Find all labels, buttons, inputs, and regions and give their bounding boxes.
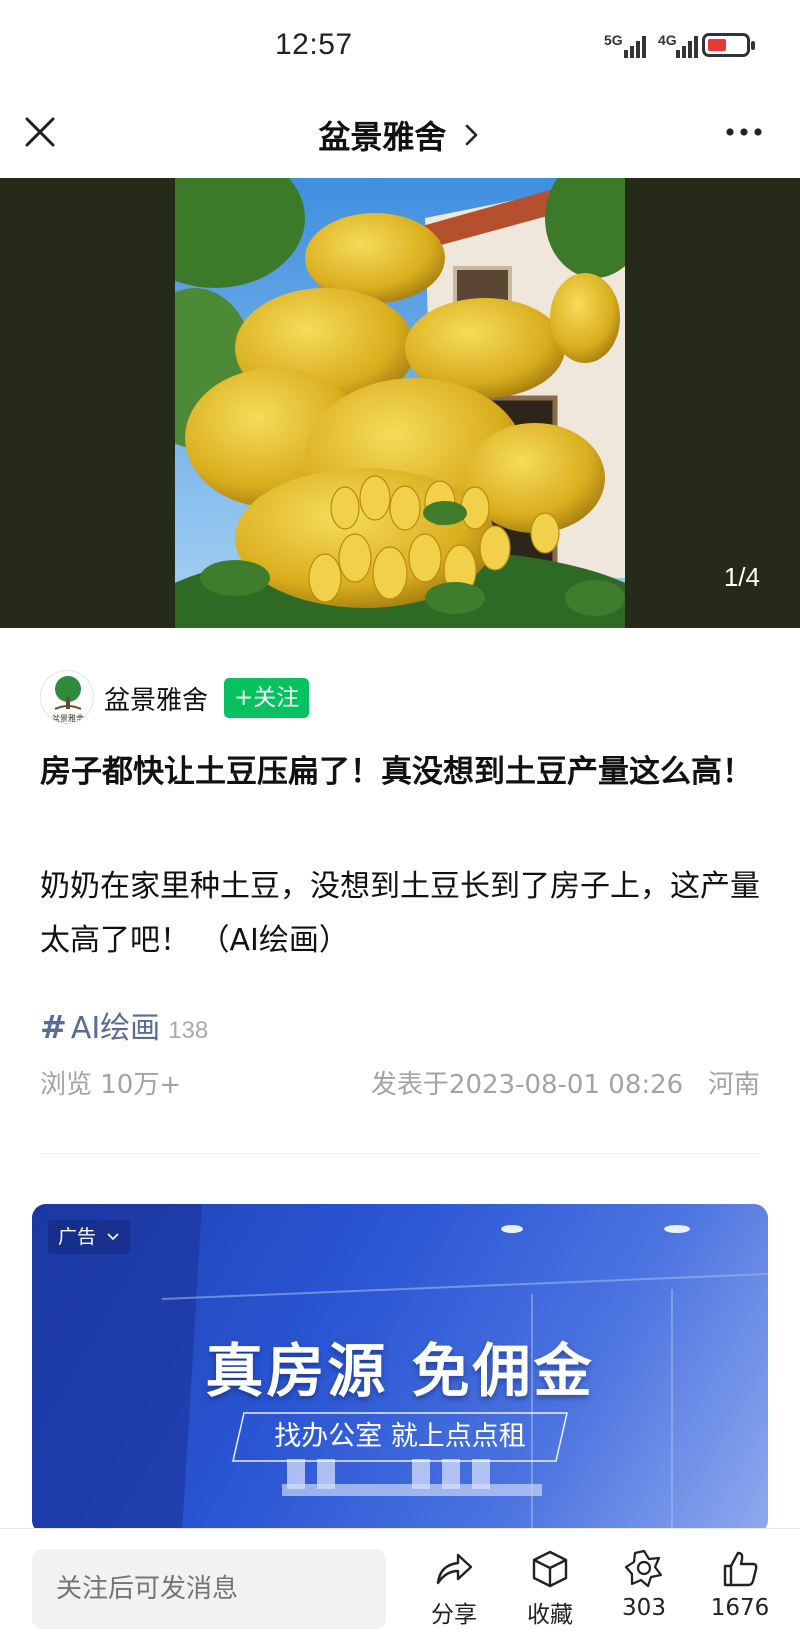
page-indicator: 1/4 [723,562,760,592]
ad-badge-label: 广告 [58,1226,97,1248]
collect-label: 收藏 [527,1602,573,1628]
signal-4g-icon: 4G [656,32,702,60]
signal-5g-icon: 5G [604,32,650,60]
chevron-down-icon [107,1233,119,1241]
tree-logo-icon: 盆景雅舍 [52,676,84,723]
publish-info: 发表于2023-08-01 08:26 河南 [370,1070,760,1100]
bottom-bar: 分享 收藏 303 1676 [0,1528,800,1650]
like-button[interactable]: 1676 [700,1549,780,1645]
view-count: 浏览 10万+ [40,1070,182,1100]
author-row: 盆景雅舍 盆景雅舍 +关注 [40,668,760,724]
share-button[interactable]: 分享 [414,1549,494,1645]
share-arrow-icon [436,1553,473,1585]
battery-icon [702,33,755,57]
ad-badge[interactable]: 广告 [48,1220,131,1254]
nav-title-text: 盆景雅舍 [318,118,447,156]
wow-count: 303 [622,1595,666,1621]
wow-star-icon [624,1549,663,1588]
collect-button[interactable]: 收藏 [510,1549,590,1645]
cube-icon [532,1550,568,1588]
status-time: 12:57 [275,28,353,61]
wow-button[interactable]: 303 [604,1549,684,1645]
divider [40,1153,760,1154]
nav-bar: 盆景雅舍 [0,92,800,178]
post-content: 奶奶在家里种土豆，没想到土豆长到了房子上，这产量太高了吧！ （AI绘画） [40,869,760,958]
avatar-text: 盆景雅舍 [52,713,84,723]
tag-count: 138 [168,1017,209,1044]
chevron-right-icon [465,124,477,146]
author-name[interactable]: 盆景雅舍 [104,680,208,717]
ad-card[interactable]: 广告 真房源 免佣金 找办公室 就上点点租 [32,1204,768,1534]
like-count: 1676 [710,1595,770,1621]
message-input[interactable] [32,1549,386,1629]
follow-button[interactable]: +关注 [224,678,310,718]
more-icon[interactable] [722,112,766,152]
tag-row[interactable]: # AI绘画 138 [40,1003,208,1047]
share-label: 分享 [431,1602,477,1628]
ad-headline: 真房源 免佣金 [205,1337,595,1405]
ad-subline: 找办公室 就上点点租 [274,1421,526,1452]
status-bar: 12:57 5G 4G [0,0,800,92]
post-photo[interactable] [175,178,625,628]
hashtag-icon: # [40,1008,67,1046]
nav-title[interactable]: 盆景雅舍 [0,112,800,158]
thumbs-up-icon [723,1551,758,1587]
post-title: 房子都快让土豆压扁了！真没想到土豆产量这么高！ [40,754,753,790]
battery-fill [708,39,726,51]
ad-subline-frame: 找办公室 就上点点租 [232,1412,568,1462]
tag-name[interactable]: AI绘画 [71,1011,160,1046]
image-carousel[interactable]: 1/4 [0,178,800,628]
avatar[interactable]: 盆景雅舍 [40,670,94,724]
